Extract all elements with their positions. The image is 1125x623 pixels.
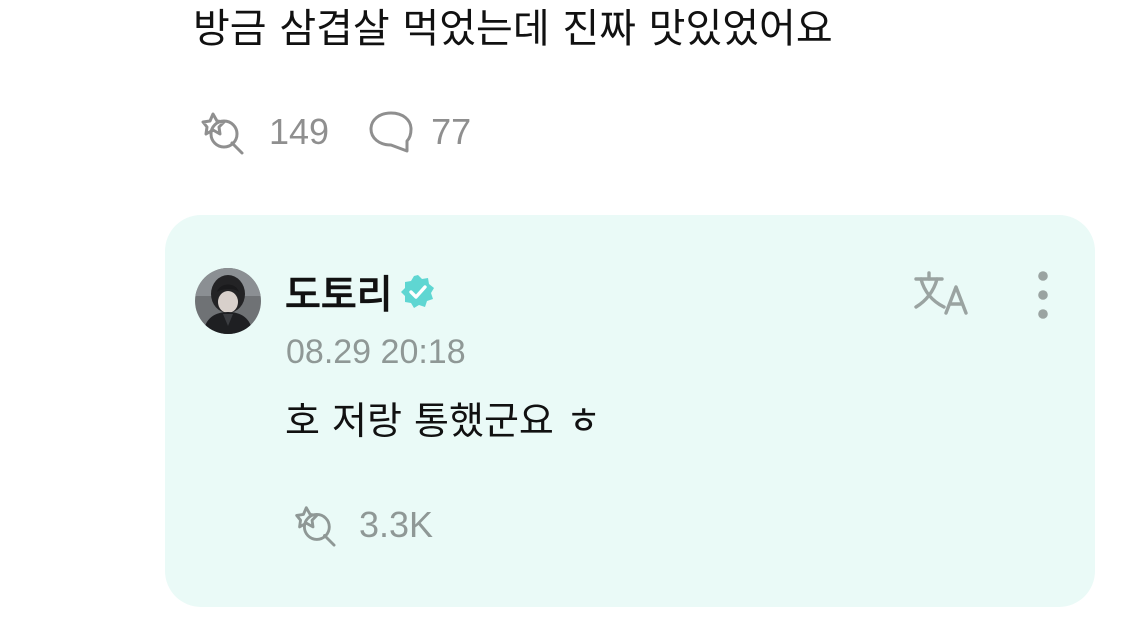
- more-vertical-icon: [1038, 271, 1048, 319]
- avatar[interactable]: [195, 268, 261, 334]
- lightstick-heart-icon: [295, 506, 336, 547]
- more-options-button[interactable]: [1023, 267, 1063, 323]
- avatar-image: [195, 268, 261, 334]
- post-like-count: 149: [269, 111, 330, 152]
- lightstick-heart-icon: [201, 112, 244, 155]
- reply-timestamp: 08.29 20:18: [286, 333, 466, 371]
- post-comment-count: 77: [431, 111, 472, 152]
- reply-actions: 3.3K: [287, 501, 433, 549]
- author-name[interactable]: 도토리: [285, 264, 393, 320]
- translate-button[interactable]: [911, 267, 973, 319]
- speech-bubble-icon: [369, 111, 413, 153]
- post-comment-button[interactable]: 77: [367, 109, 471, 155]
- post-like-button[interactable]: 149: [193, 108, 329, 156]
- reply-card: 도토리 08.29 20:18 호 저랑 통했군요 ㅎ 3.3K: [165, 215, 1095, 607]
- reply-like-button[interactable]: 3.3K: [287, 502, 433, 548]
- verified-badge-icon: [399, 273, 437, 311]
- reply-like-count: 3.3K: [359, 504, 434, 545]
- reply-text: 호 저랑 통했군요 ㅎ: [285, 399, 601, 443]
- translate-icon: [914, 271, 968, 315]
- post-actions: 149 77: [193, 108, 471, 156]
- author-row: 도토리: [285, 264, 437, 320]
- post-text: 방금 삼겹살 먹었는데 진짜 맛있었어요: [193, 6, 833, 52]
